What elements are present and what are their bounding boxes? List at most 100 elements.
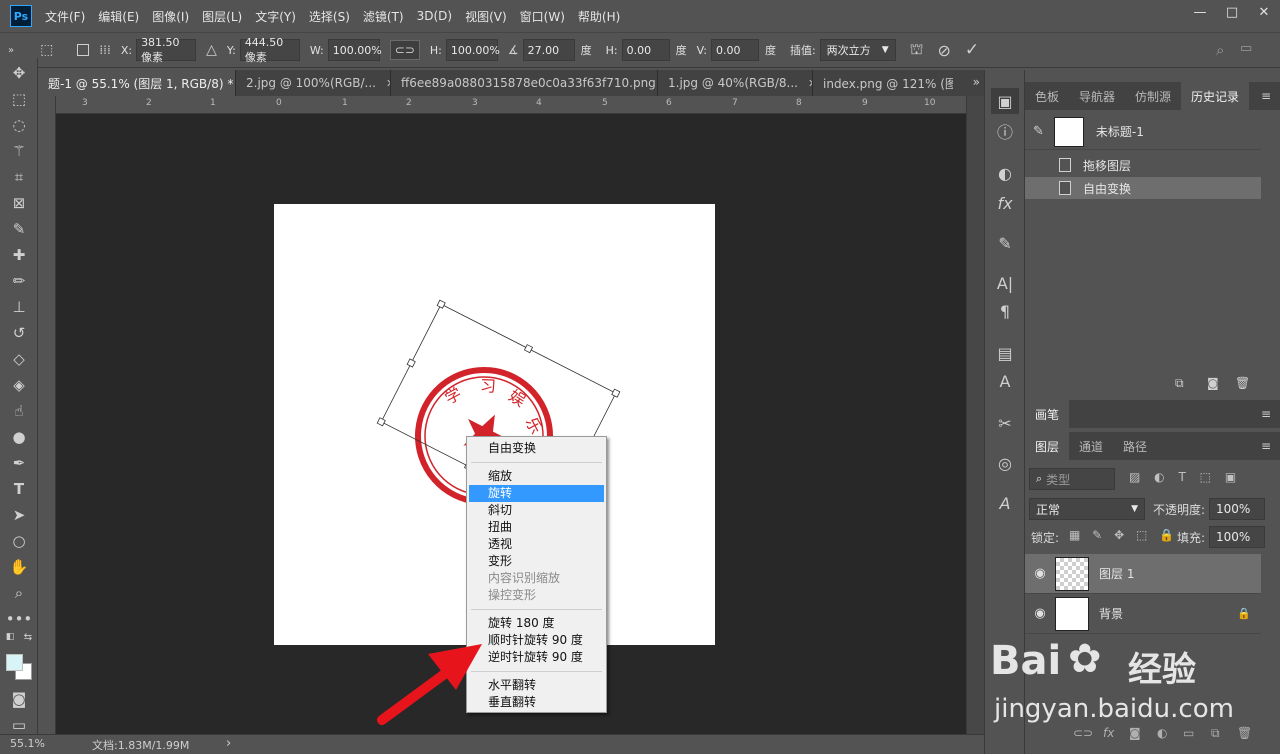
more-tools-icon[interactable]: ••• <box>0 606 38 632</box>
info-icon[interactable]: ⓘ <box>991 118 1019 144</box>
panel-menu-icon[interactable]: ≡ <box>1261 89 1271 103</box>
healing-brush-tool-icon[interactable]: ✚ <box>0 242 38 268</box>
quick-mask-icon[interactable]: ◙ <box>0 686 38 712</box>
layer-filter-select[interactable]: ⌕ 类型 <box>1029 468 1115 490</box>
workspace-icon[interactable]: ▭ <box>1240 41 1252 56</box>
default-colors-icon[interactable]: ◧ <box>0 630 20 644</box>
smudge-tool-icon[interactable]: ☝ <box>0 398 38 424</box>
camera-icon[interactable]: ◙ <box>1207 376 1219 390</box>
character-icon[interactable]: A| <box>991 270 1019 296</box>
tab-layers[interactable]: 图层 <box>1025 432 1070 460</box>
paragraph-styles-icon[interactable]: ▤ <box>991 340 1019 366</box>
brush-tool-icon[interactable]: ✏ <box>0 268 38 294</box>
reference-point-checkbox[interactable] <box>77 44 90 56</box>
menu-file[interactable]: 文件(F) <box>45 8 85 25</box>
new-layer-icon[interactable]: ⧉ <box>1211 726 1220 741</box>
panel-menu-icon[interactable]: ≡ <box>1261 439 1271 453</box>
character-styles-icon[interactable]: A <box>991 368 1019 394</box>
brush-settings-icon[interactable]: ✎ <box>991 230 1019 256</box>
transform-tool-icon[interactable]: ⬚ <box>40 42 53 58</box>
reference-point-grid-icon[interactable]: ⁞⁞⁞ <box>99 43 110 57</box>
tab-ff6ee89a-png[interactable]: ff6ee89a0880315878e0c0a33f63f710.png ✕ <box>391 70 658 96</box>
pen-tool-icon[interactable]: ✒ <box>0 450 38 476</box>
tab-history[interactable]: 历史记录 <box>1181 82 1250 110</box>
shape-filter-icon[interactable]: ⬚ <box>1200 470 1211 484</box>
menu-edit[interactable]: 编辑(E) <box>98 8 139 25</box>
new-document-icon[interactable]: ⧉ <box>1175 376 1184 391</box>
tab-untitled-1[interactable]: 题-1 @ 55.1% (图层 1, RGB/8) * ✕ <box>38 70 236 96</box>
crop-tool-icon[interactable]: ⌗ <box>0 164 38 190</box>
link-icon[interactable]: ⊂⊃ <box>389 40 420 60</box>
lock-transparency-icon[interactable]: ▦ <box>1069 528 1080 542</box>
width-input[interactable]: 100.00% <box>327 39 382 61</box>
adjustment-layer-icon[interactable]: ◐ <box>1157 726 1167 740</box>
status-menu-arrow[interactable]: › <box>226 736 231 751</box>
search-icon[interactable]: ⌕ <box>1216 41 1224 59</box>
history-brush-tool-icon[interactable]: ↺ <box>0 320 38 346</box>
maximize-button[interactable]: □ <box>1216 0 1248 24</box>
menu-filter[interactable]: 滤镜(T) <box>363 8 404 25</box>
paint-bucket-tool-icon[interactable]: ◈ <box>0 372 38 398</box>
layer-row[interactable]: ◉ 图层 1 <box>1025 554 1261 594</box>
glyphs-icon[interactable]: A <box>991 490 1019 516</box>
menu-3d[interactable]: 3D(D) <box>417 9 452 23</box>
layer-row[interactable]: ◉ 背景 🔒 <box>1025 594 1261 634</box>
zoom-tool-icon[interactable]: ⌕ <box>0 580 38 606</box>
more-tabs-icon[interactable]: » <box>973 75 980 89</box>
minimize-button[interactable]: — <box>1184 0 1216 24</box>
skew-h-input[interactable]: 0.00 <box>621 39 670 61</box>
lock-artboard-icon[interactable]: ⬚ <box>1136 528 1147 542</box>
paragraph-icon[interactable]: ¶ <box>991 298 1019 324</box>
dodge-tool-icon[interactable]: ● <box>0 424 38 450</box>
layer-mask-icon[interactable]: ◙ <box>1129 726 1141 740</box>
rotation-angle-input[interactable]: 27.00 <box>522 39 575 61</box>
menu-type[interactable]: 文字(Y) <box>255 8 296 25</box>
type-tool-icon[interactable]: T <box>0 476 38 502</box>
menu-help[interactable]: 帮助(H) <box>578 8 620 25</box>
tab-index-png[interactable]: index.png @ 121% (图 <box>813 70 953 96</box>
menu-item-free-transform[interactable]: 自由变换 <box>469 440 604 457</box>
tab-navigator[interactable]: 导航器 <box>1069 82 1125 110</box>
vertical-scrollbar[interactable] <box>966 96 984 734</box>
blend-mode-select[interactable]: 正常 ▼ <box>1029 498 1145 520</box>
move-tool-icon[interactable]: ✥ <box>0 60 38 86</box>
clone-stamp-tool-icon[interactable]: ⊥ <box>0 294 38 320</box>
visibility-eye-icon[interactable]: ◉ <box>1025 606 1055 621</box>
tab-clone-source[interactable]: 仿制源 <box>1125 82 1181 110</box>
x-position-input[interactable]: 381.50 像素 <box>136 36 197 64</box>
menu-item-warp[interactable]: 变形 <box>469 553 604 570</box>
delete-layer-icon[interactable]: 🗑 <box>1237 726 1252 740</box>
libraries-icon[interactable]: ◎ <box>991 450 1019 476</box>
visibility-eye-icon[interactable]: ◉ <box>1025 566 1055 581</box>
link-layers-icon[interactable]: ⊂⊃ <box>1073 726 1093 740</box>
y-position-input[interactable]: 444.50 像素 <box>239 36 300 64</box>
tab-2-jpg[interactable]: 2.jpg @ 100%(RGB/... ✕ <box>236 70 391 96</box>
history-icon[interactable]: ▣ <box>991 88 1019 114</box>
new-group-icon[interactable]: ▭ <box>1183 726 1194 740</box>
styles-icon[interactable]: fx <box>991 190 1019 216</box>
skew-v-input[interactable]: 0.00 <box>710 39 759 61</box>
frame-tool-icon[interactable]: ⊠ <box>0 190 38 216</box>
adjustment-filter-icon[interactable]: ◐ <box>1154 470 1164 484</box>
foreground-color-swatch[interactable] <box>6 654 23 671</box>
ellipse-tool-icon[interactable]: ○ <box>0 528 38 554</box>
marquee-tool-icon[interactable]: ⬚ <box>0 86 38 112</box>
type-filter-icon[interactable]: T <box>1178 470 1185 484</box>
menu-view[interactable]: 视图(V) <box>465 8 507 25</box>
panel-menu-icon[interactable]: ≡ <box>1261 407 1271 421</box>
eyedropper-tool-icon[interactable]: ✎ <box>0 216 38 242</box>
interpolation-select[interactable]: 两次立方 ▼ <box>819 39 896 61</box>
warp-mode-icon[interactable]: ⛫ <box>910 40 924 60</box>
menu-layer[interactable]: 图层(L) <box>202 8 242 25</box>
menu-item-distort[interactable]: 扭曲 <box>469 519 604 536</box>
menu-select[interactable]: 选择(S) <box>309 8 350 25</box>
history-state[interactable]: 拖移图层 <box>1025 154 1261 176</box>
tab-brushes[interactable]: 画笔 <box>1025 400 1070 428</box>
tab-paths[interactable]: 路径 <box>1113 432 1157 460</box>
relative-position-icon[interactable]: △ <box>206 42 217 58</box>
path-selection-tool-icon[interactable]: ➤ <box>0 502 38 528</box>
swap-colors-icon[interactable]: ⇆ <box>18 630 38 644</box>
menu-window[interactable]: 窗口(W) <box>520 8 565 25</box>
lock-pixels-icon[interactable]: ✎ <box>1092 528 1102 542</box>
eraser-tool-icon[interactable]: ◇ <box>0 346 38 372</box>
